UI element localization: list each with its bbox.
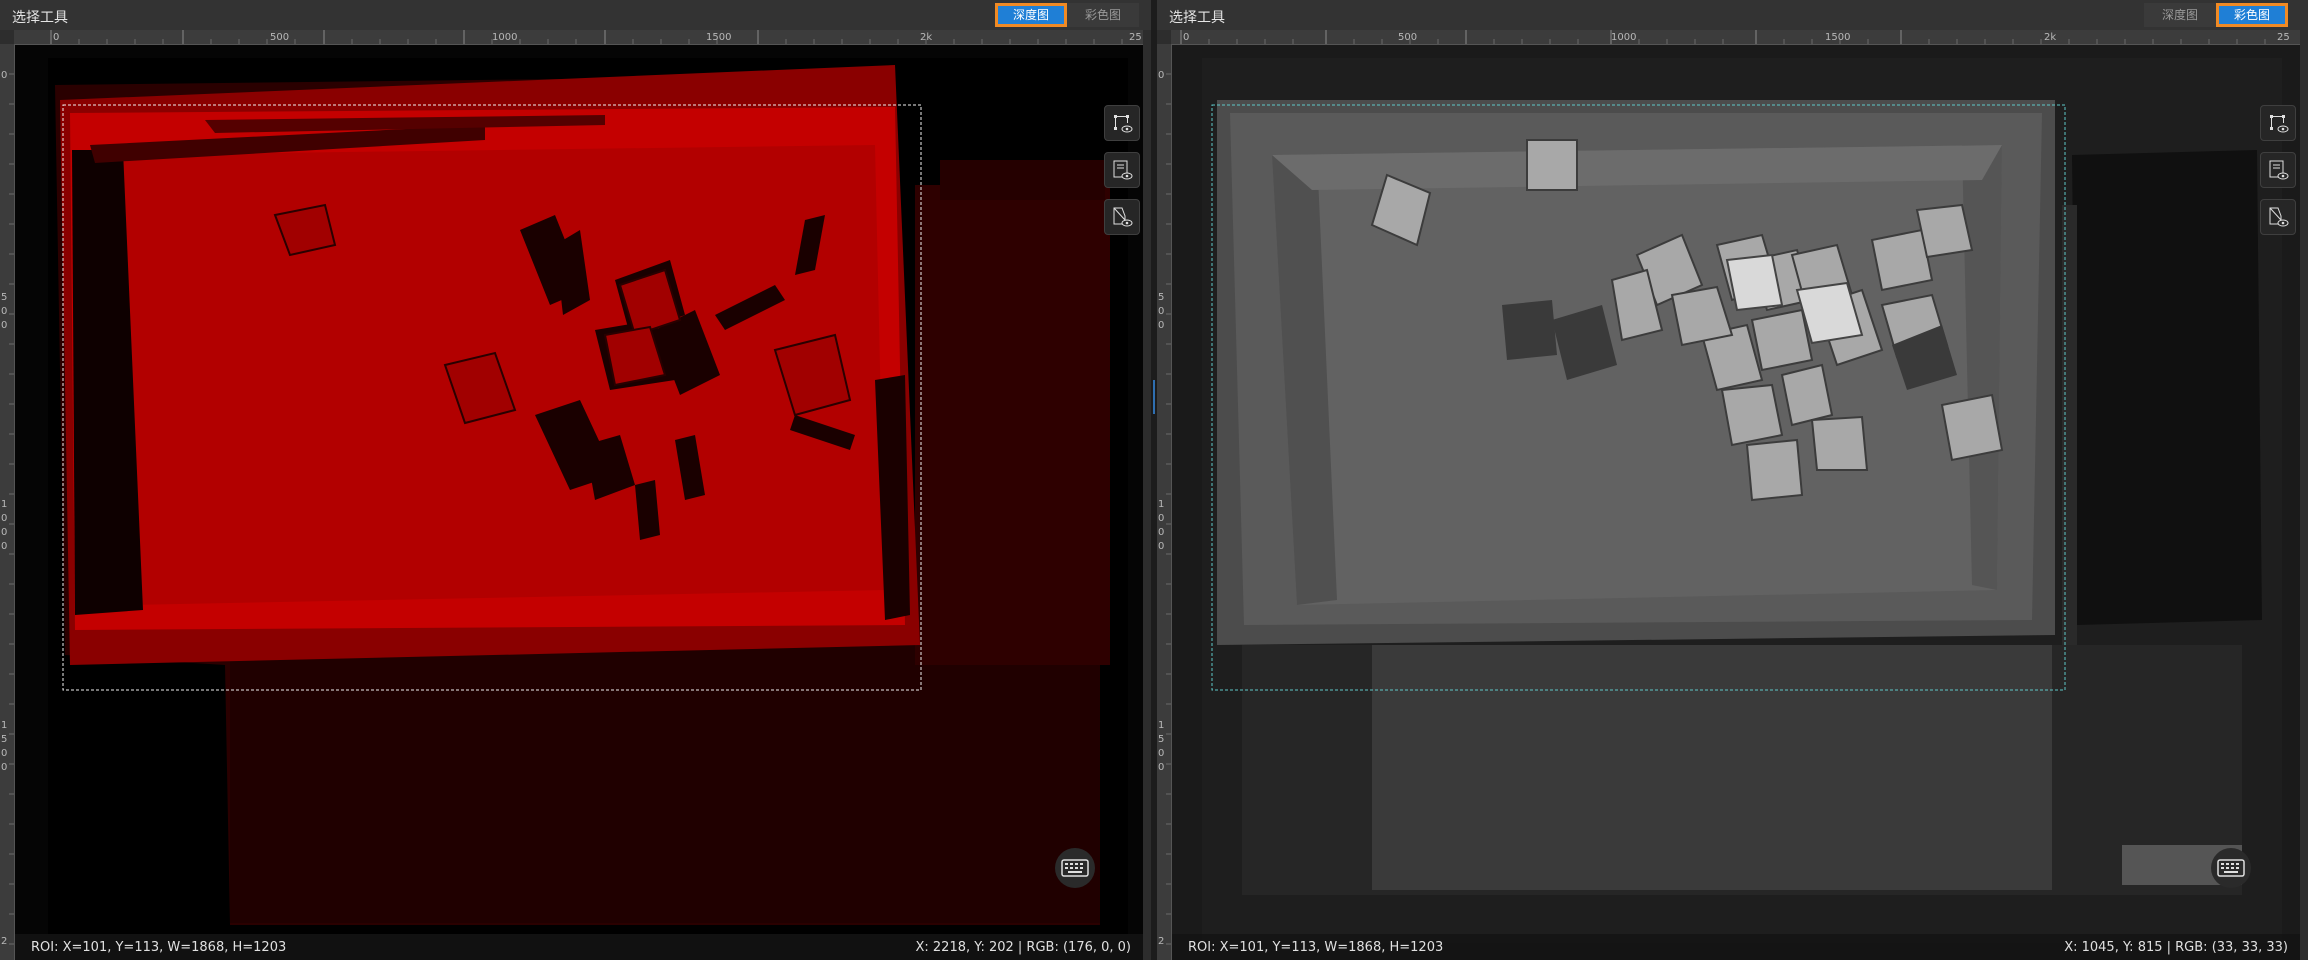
status-bar: ROI: X=101, Y=113, W=1868, H=1203 X: 104… [1172, 934, 2300, 960]
mask-visibility-button[interactable] [2260, 199, 2296, 235]
config-visibility-icon [2269, 160, 2289, 180]
roi-info: ROI: X=101, Y=113, W=1868, H=1203 [31, 940, 287, 955]
config-visibility-button[interactable] [1104, 152, 1140, 188]
ruler-label: 0 [1, 762, 7, 773]
ruler-label: 0 [1, 527, 7, 538]
color-map-button[interactable]: 彩色图 [1067, 3, 1139, 27]
ruler-label: 0 [53, 32, 59, 43]
ruler-label: 0 [1158, 306, 1164, 317]
config-visibility-button[interactable] [2260, 152, 2296, 188]
roi-visibility-button[interactable] [1104, 105, 1140, 141]
ruler-label: 0 [1, 320, 7, 331]
ruler-label: 5 [1, 292, 7, 303]
depth-image-viewport[interactable] [15, 45, 1143, 960]
view-mode-toggle: 深度图 彩色图 [2144, 3, 2288, 27]
ruler-label: 0 [1158, 513, 1164, 524]
ruler-label: 2 [1158, 936, 1164, 947]
ruler-label: 1500 [1825, 32, 1850, 43]
ruler-label: 1 [1158, 499, 1164, 510]
ruler-label: 0 [1, 70, 7, 81]
ruler-label: 25 [1129, 32, 1142, 43]
view-tools [2260, 105, 2296, 235]
depth-view-panel: 选择工具 深度图 彩色图 0 500 1000 1500 2k 25 0 5 0… [0, 0, 1151, 960]
vertical-ruler-ticks: 0 5 0 0 1 0 0 0 1 5 0 0 2 [1158, 70, 1171, 947]
ruler-label: 0 [1158, 748, 1164, 759]
horizontal-ruler: 0 500 1000 1500 2k 25 [14, 30, 1143, 45]
ruler-label: 1500 [706, 32, 731, 43]
ruler-label: 0 [1, 541, 7, 552]
color-camera-image [1172, 45, 2300, 960]
ruler-label: 5 [1158, 734, 1164, 745]
app-root: 选择工具 深度图 彩色图 0 500 1000 1500 2k 25 0 5 0… [0, 0, 2308, 960]
ruler-label: 1 [1, 720, 7, 731]
panel-titlebar: 选择工具 深度图 彩色图 [0, 0, 1151, 30]
depth-map-button[interactable]: 深度图 [995, 3, 1067, 27]
ruler-label: 1 [1158, 720, 1164, 731]
ruler-label: 2k [920, 32, 932, 43]
cursor-pixel-info: X: 2218, Y: 202 | RGB: (176, 0, 0) [915, 940, 1131, 955]
mask-visibility-icon [2269, 207, 2289, 227]
panel-title: 选择工具 [1169, 10, 1225, 26]
ruler-label: 1 [1, 499, 7, 510]
horizontal-ruler: 0 500 1000 1500 2k 25 [1171, 30, 2300, 45]
ruler-label: 0 [1158, 541, 1164, 552]
ruler-label: 5 [1158, 292, 1164, 303]
ruler-label: 1000 [492, 32, 517, 43]
roi-visibility-icon [1114, 115, 1133, 133]
ruler-label: 0 [1, 306, 7, 317]
keyboard-icon [2217, 859, 2245, 877]
ruler-label: 0 [1158, 70, 1164, 81]
ruler-label: 1000 [1611, 32, 1636, 43]
mask-visibility-icon [1113, 207, 1133, 227]
vertical-ruler-ticks: 0 5 0 0 1 0 0 0 1 5 0 0 2 [1, 70, 14, 947]
vertical-ruler: 0 5 0 0 1 0 0 0 1 5 0 0 2 [1157, 44, 1172, 960]
keyboard-button[interactable] [2211, 848, 2251, 888]
ruler-label: 500 [1398, 32, 1417, 43]
splitter-handle[interactable] [1153, 380, 1155, 414]
keyboard-icon [1061, 859, 1089, 877]
ruler-label: 500 [270, 32, 289, 43]
roi-visibility-button[interactable] [2260, 105, 2296, 141]
ruler-label: 5 [1, 734, 7, 745]
mask-visibility-button[interactable] [1104, 199, 1140, 235]
vertical-ruler: 0 5 0 0 1 0 0 0 1 5 0 0 2 [0, 44, 15, 960]
ruler-label: 25 [2277, 32, 2290, 43]
ruler-label: 0 [1158, 320, 1164, 331]
ruler-label: 2 [1, 936, 7, 947]
ruler-label: 0 [1158, 527, 1164, 538]
ruler-label: 0 [1183, 32, 1189, 43]
ruler-label: 0 [1158, 762, 1164, 773]
ruler-label: 0 [1, 513, 7, 524]
horizontal-ruler-ticks: 0 500 1000 1500 2k 25 [50, 30, 1142, 44]
color-image-viewport[interactable] [1172, 45, 2300, 960]
status-bar: ROI: X=101, Y=113, W=1868, H=1203 X: 221… [15, 934, 1143, 960]
depth-map-image [15, 45, 1143, 960]
config-visibility-icon [1113, 160, 1133, 180]
ruler-label: 0 [1, 748, 7, 759]
roi-info: ROI: X=101, Y=113, W=1868, H=1203 [1188, 940, 1444, 955]
color-view-panel: 选择工具 深度图 彩色图 0 500 1000 1500 2k 25 0 5 0… [1157, 0, 2308, 960]
roi-visibility-icon [2270, 115, 2289, 133]
cursor-pixel-info: X: 1045, Y: 815 | RGB: (33, 33, 33) [2064, 940, 2288, 955]
view-mode-toggle: 深度图 彩色图 [995, 3, 1139, 27]
horizontal-ruler-ticks: 0 500 1000 1500 2k 25 [1180, 30, 2290, 44]
view-tools [1104, 105, 1140, 235]
depth-map-button[interactable]: 深度图 [2144, 3, 2216, 27]
panel-titlebar: 选择工具 深度图 彩色图 [1157, 0, 2308, 30]
ruler-label: 2k [2044, 32, 2056, 43]
panel-title: 选择工具 [12, 10, 68, 26]
color-map-button[interactable]: 彩色图 [2216, 3, 2288, 27]
keyboard-button[interactable] [1055, 848, 1095, 888]
